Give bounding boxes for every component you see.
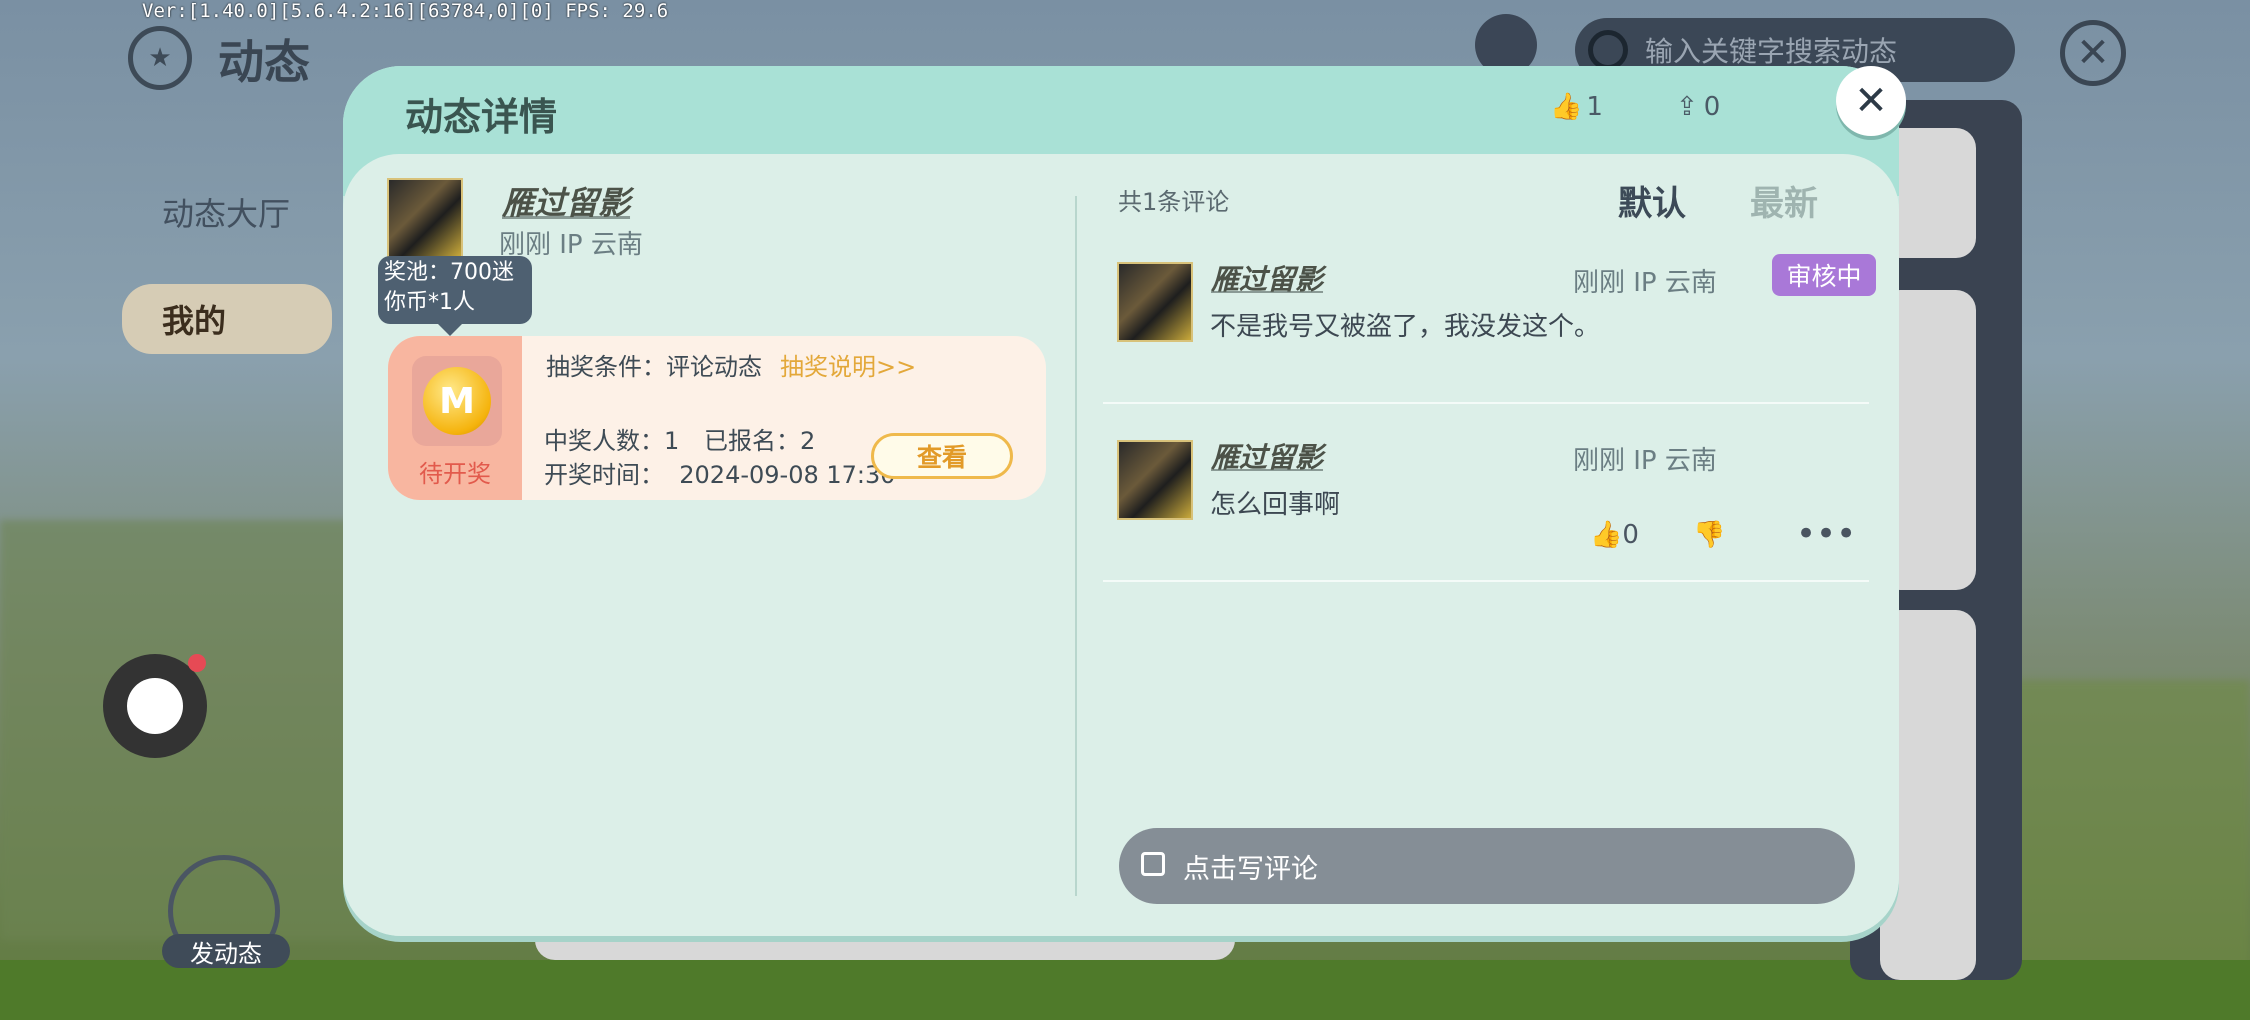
sort-latest-tab[interactable]: 最新 bbox=[1750, 176, 1818, 225]
page-title: 动态 bbox=[218, 35, 310, 89]
comment-meta: 刚刚 IP 云南 bbox=[1573, 446, 1717, 476]
thumbs-up-icon: 👍 bbox=[1590, 520, 1623, 550]
comment-like-count: 0 bbox=[1622, 520, 1639, 550]
avatar[interactable] bbox=[1117, 262, 1193, 342]
close-icon[interactable]: ✕ bbox=[2060, 20, 2126, 86]
share-count: 0 bbox=[1703, 92, 1721, 122]
like-button[interactable]: 👍 1 bbox=[1550, 92, 1603, 122]
comment-count: 共1条评论 bbox=[1118, 188, 1230, 216]
comment-like-button[interactable]: 👍0 bbox=[1590, 520, 1639, 550]
sort-default-tab[interactable]: 默认 bbox=[1618, 176, 1686, 225]
divider bbox=[1075, 196, 1077, 896]
comment-username[interactable]: 雁过留影 bbox=[1211, 436, 1323, 476]
thumbs-down-icon[interactable]: 👎 bbox=[1693, 520, 1725, 550]
share-button[interactable]: ⇪ 0 bbox=[1676, 92, 1720, 122]
avatar[interactable] bbox=[1117, 440, 1193, 520]
view-button[interactable]: 查看 bbox=[871, 433, 1013, 479]
lottery-draw-time: 开奖时间： 2024-09-08 17:30 bbox=[544, 461, 896, 489]
debug-version-text: Ver:[1.40.0][5.6.4.2:16][63784,0][0] FPS… bbox=[142, 0, 669, 22]
prize-pool-tooltip: 奖池：700迷你币*1人 bbox=[378, 256, 532, 336]
lottery-registered: 已报名：2 bbox=[704, 427, 816, 455]
more-icon[interactable]: ••• bbox=[1796, 514, 1856, 554]
like-count: 1 bbox=[1586, 92, 1603, 122]
comment-text: 怎么回事啊 bbox=[1210, 490, 1341, 520]
feed-star-icon: ★ bbox=[128, 26, 192, 90]
modal-title: 动态详情 bbox=[405, 95, 558, 139]
comment-text: 不是我号又被盗了，我没发这个。 bbox=[1210, 312, 1601, 342]
thumbs-up-icon: 👍 bbox=[1550, 92, 1583, 122]
share-icon: ⇪ bbox=[1676, 92, 1698, 122]
avatar[interactable] bbox=[387, 178, 463, 258]
comment-username[interactable]: 雁过留影 bbox=[1211, 258, 1323, 298]
tab-feed-hall[interactable]: 动态大厅 bbox=[122, 180, 332, 244]
post-username[interactable]: 雁过留影 bbox=[502, 178, 630, 224]
lottery-status: 待开奖 bbox=[419, 460, 491, 488]
lottery-condition: 抽奖条件：评论动态 bbox=[546, 353, 762, 381]
divider bbox=[1103, 402, 1869, 404]
notification-dot bbox=[188, 654, 206, 672]
coin-icon: M bbox=[412, 356, 502, 446]
edit-icon bbox=[1141, 852, 1165, 876]
lottery-winners: 中奖人数：1 bbox=[544, 427, 680, 455]
lottery-rules-link[interactable]: 抽奖说明>> bbox=[780, 347, 916, 382]
modal-close-button[interactable]: ✕ bbox=[1836, 66, 1906, 136]
comment-meta: 刚刚 IP 云南 bbox=[1573, 268, 1717, 298]
write-comment-input[interactable]: 点击写评论 bbox=[1119, 828, 1855, 904]
status-badge: 审核中 bbox=[1772, 254, 1876, 296]
divider bbox=[1103, 580, 1869, 582]
tab-mine[interactable]: 我的 bbox=[122, 284, 332, 354]
post-button-label[interactable]: 发动态 bbox=[162, 934, 290, 968]
search-icon bbox=[1588, 30, 1628, 70]
